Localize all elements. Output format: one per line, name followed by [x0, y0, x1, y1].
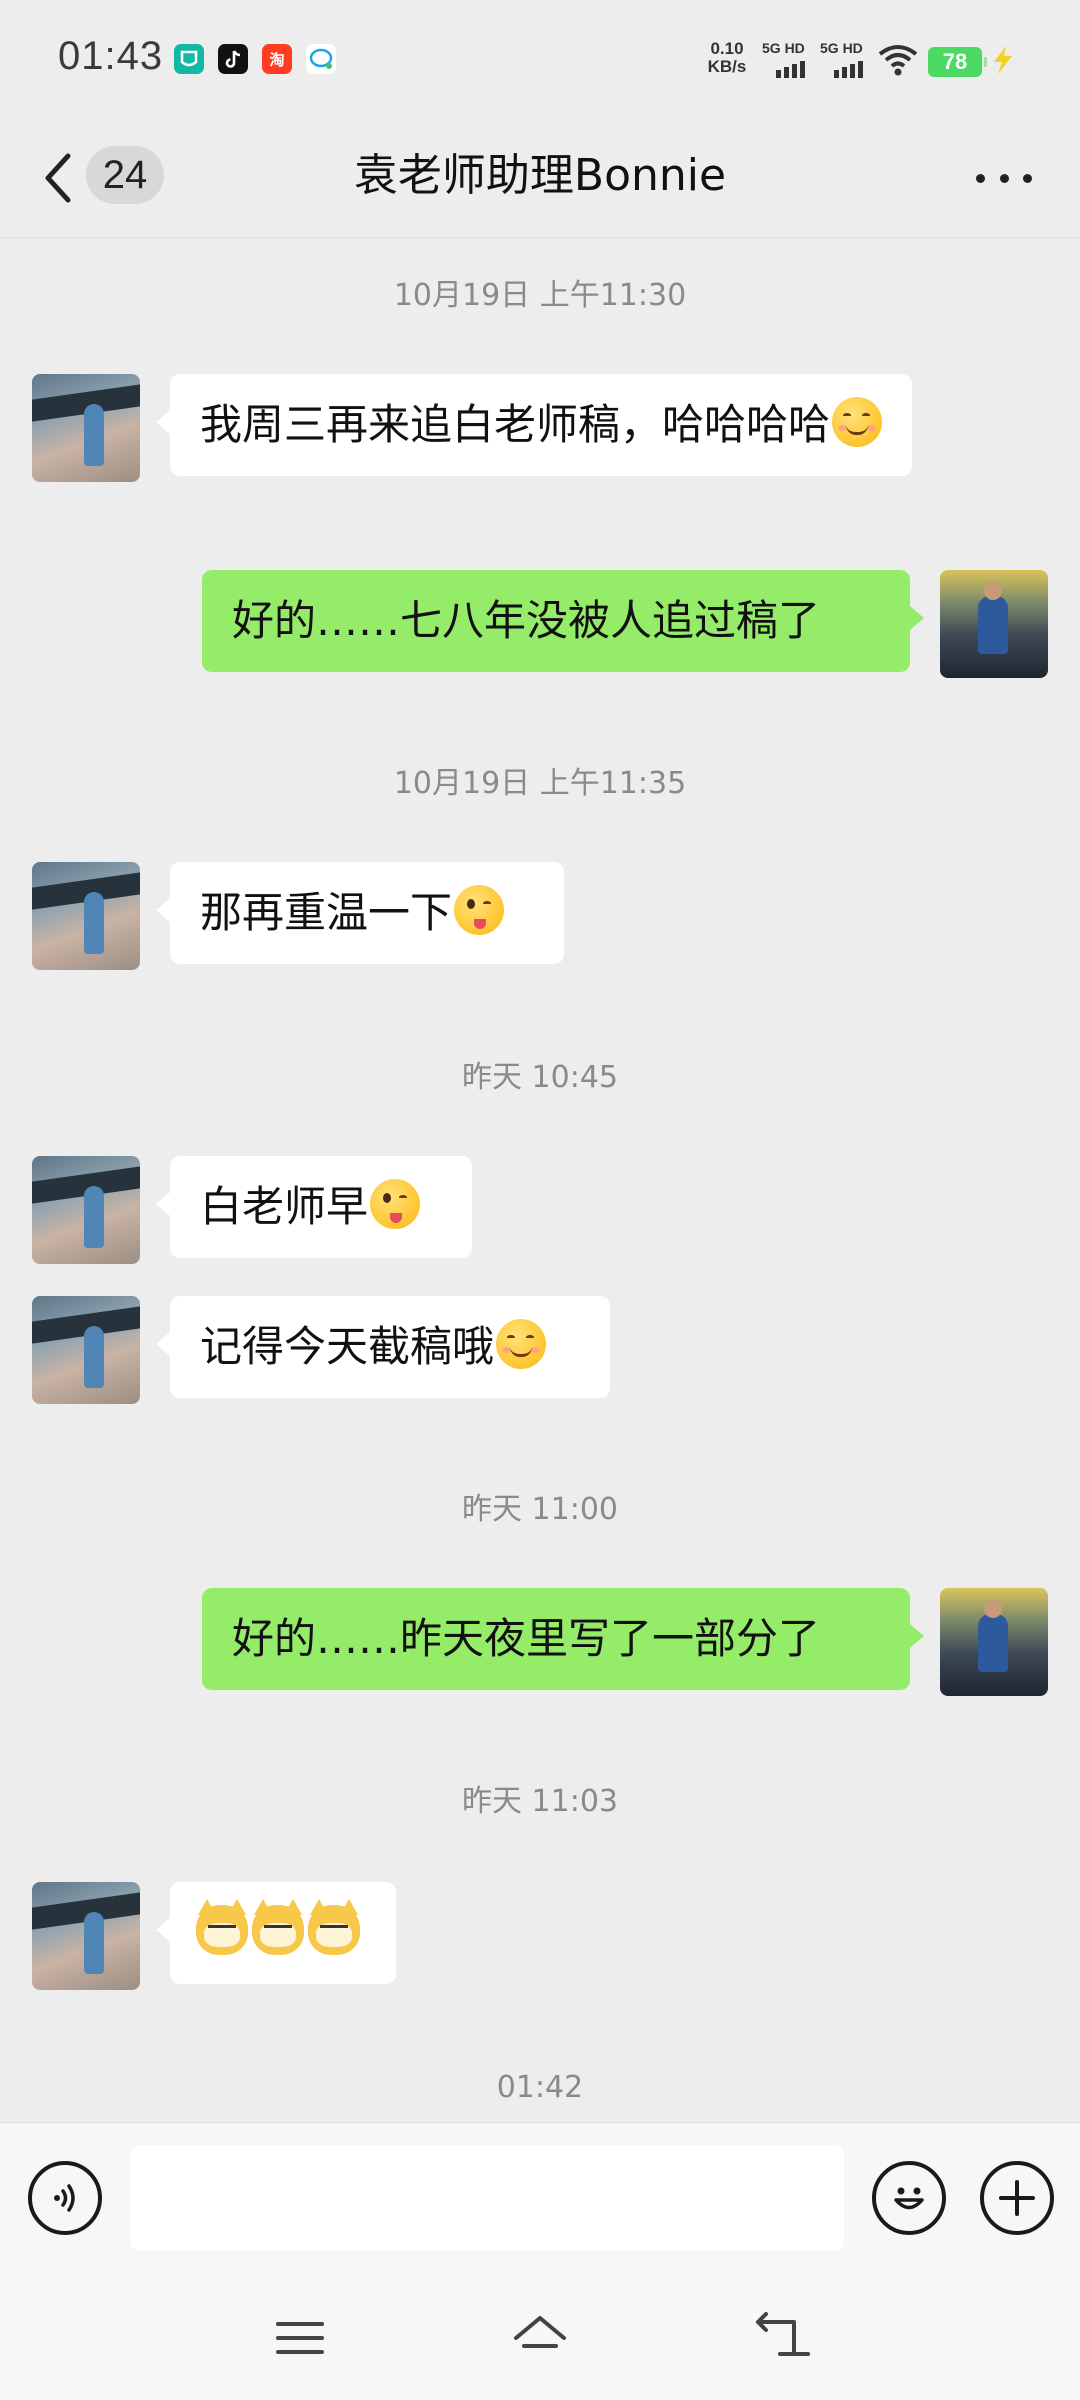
received-message[interactable]: [156, 1882, 396, 1984]
message-text: 那再重温一下: [200, 888, 453, 937]
wifi-icon: [878, 45, 918, 76]
message-text: 我周三再来追白老师稿，哈哈哈哈: [200, 400, 831, 449]
net-speed-unit: KB/s: [707, 57, 747, 76]
contact-avatar[interactable]: [32, 1882, 140, 1990]
mi-icon: [174, 44, 204, 74]
received-message[interactable]: 我周三再来追白老师稿，哈哈哈哈: [156, 374, 912, 476]
taobao-glyph: 淘: [269, 50, 285, 69]
received-message[interactable]: 那再重温一下: [156, 862, 564, 964]
signal-sim2-icon: 5G HD: [820, 40, 872, 80]
winking-tongue-emoji-icon: [370, 1179, 421, 1229]
sim1-label: 5G HD: [762, 40, 805, 56]
message-timestamp: 01:42: [496, 2070, 584, 2105]
winking-tongue-emoji-icon: [454, 885, 505, 935]
battery-indicator: 78: [928, 47, 987, 77]
charging-icon: [994, 46, 1012, 74]
chat-bubble-icon: [306, 44, 336, 74]
contact-avatar[interactable]: [32, 374, 140, 482]
message-timestamp: 10月19日 上午11:30: [393, 278, 687, 313]
smiling-face-emoji-icon: [496, 1319, 547, 1369]
received-message[interactable]: 记得今天截稿哦: [156, 1296, 610, 1398]
contact-avatar[interactable]: [32, 1296, 140, 1404]
signal-sim1-icon: 5G HD: [762, 40, 814, 80]
message-text: 好的……昨天夜里写了一部分了: [232, 1614, 821, 1663]
contact-avatar[interactable]: [32, 862, 140, 970]
chat-title: 袁老师助理Bonnie: [353, 150, 727, 201]
contact-avatar[interactable]: [32, 1156, 140, 1264]
message-text: 记得今天截稿哦: [200, 1322, 495, 1371]
status-time: 01:43: [58, 34, 164, 78]
sent-message[interactable]: 好的……七八年没被人追过稿了: [202, 570, 924, 672]
received-message[interactable]: 白老师早: [156, 1156, 472, 1258]
emoji-icon[interactable]: [872, 2161, 946, 2235]
message-timestamp: 10月19日 上午11:35: [393, 766, 687, 801]
sent-message[interactable]: 好的……昨天夜里写了一部分了: [202, 1588, 924, 1690]
my-avatar[interactable]: [940, 1588, 1048, 1696]
menu-icon[interactable]: [270, 2308, 330, 2368]
system-nav-bar: [0, 2282, 1080, 2400]
taobao-icon: 淘: [262, 44, 292, 74]
chat-input-bar: [0, 2122, 1080, 2282]
chat-header: 24 袁老师助理Bonnie: [0, 120, 1080, 238]
doge-cat-emoji-icon: [308, 1899, 360, 1955]
tiktok-icon: [218, 44, 248, 74]
message-timestamp: 昨天 11:00: [462, 1492, 618, 1527]
smiling-face-emoji-icon: [832, 397, 883, 447]
message-text: 白老师早: [200, 1182, 369, 1231]
message-text: 好的……七八年没被人追过稿了: [232, 596, 821, 645]
doge-cat-emoji-icon: [252, 1899, 304, 1955]
message-timestamp: 昨天 11:03: [462, 1784, 618, 1819]
plus-icon[interactable]: [980, 2161, 1054, 2235]
net-speed-value: 0.10: [710, 39, 744, 58]
message-input[interactable]: [130, 2145, 844, 2251]
message-timestamp: 昨天 10:45: [462, 1060, 618, 1095]
doge-cat-emoji-icon: [196, 1899, 248, 1955]
home-icon[interactable]: [510, 2308, 570, 2368]
my-avatar[interactable]: [940, 570, 1048, 678]
voice-icon[interactable]: [28, 2161, 102, 2235]
sim2-label: 5G HD: [820, 40, 863, 56]
status-bar: 01:43 淘 0.10 KB/s 5G HD 5G HD 78: [0, 0, 1080, 120]
more-options-icon[interactable]: [976, 160, 1032, 196]
net-speed: 0.10 KB/s: [700, 40, 754, 76]
back-nav-icon[interactable]: [750, 2308, 810, 2368]
